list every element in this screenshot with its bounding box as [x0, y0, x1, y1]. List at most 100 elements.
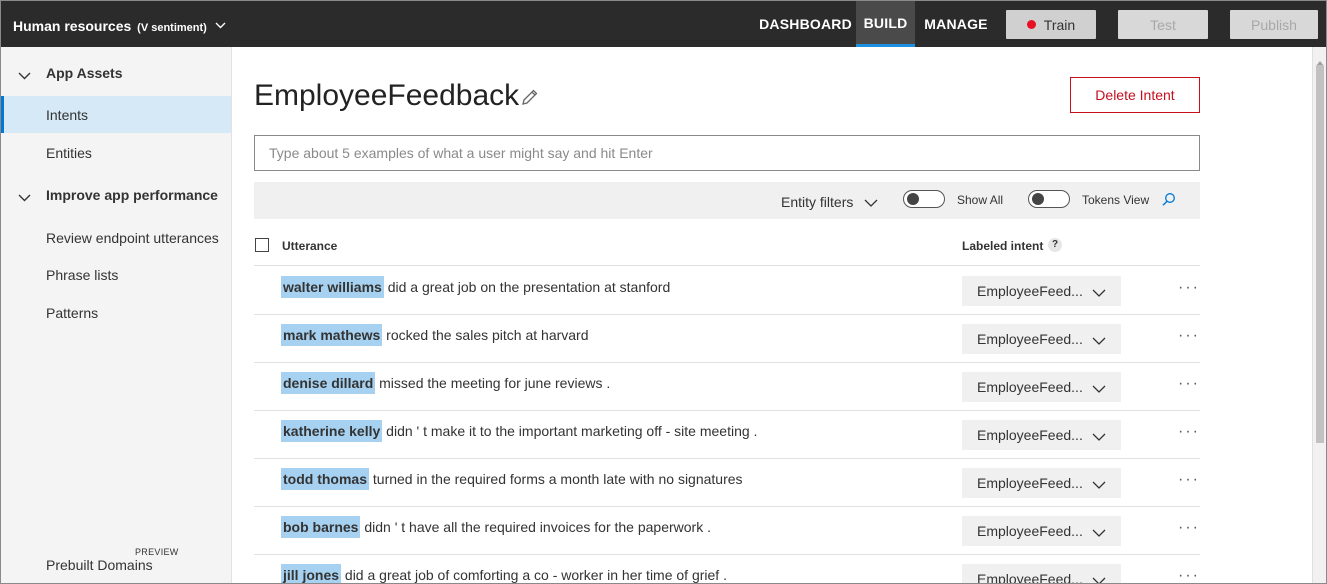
more-options-button[interactable]: ··· — [1178, 327, 1200, 345]
select-all-checkbox[interactable] — [255, 238, 269, 252]
vertical-scrollbar[interactable] — [1312, 47, 1326, 583]
entity-label[interactable]: jill jones — [281, 564, 342, 583]
labeled-intent-dropdown[interactable]: EmployeeFeed... — [962, 324, 1121, 354]
intent-value: EmployeeFeed... — [977, 571, 1083, 584]
main-content: EmployeeFeedback Delete Intent Entity fi… — [232, 47, 1312, 584]
chevron-down-icon — [18, 189, 31, 205]
more-options-button[interactable]: ··· — [1178, 519, 1200, 537]
utterance-input[interactable] — [254, 135, 1200, 171]
scrollbar-thumb[interactable] — [1316, 65, 1324, 443]
page-title: EmployeeFeedback — [254, 79, 520, 112]
toggle-knob — [1032, 193, 1044, 205]
intent-value: EmployeeFeed... — [977, 475, 1083, 491]
sidebar-section-app-assets[interactable]: App Assets — [1, 54, 231, 92]
utterance-rest: didn ' t make it to the important market… — [386, 423, 758, 439]
sidebar-item-prebuilt-domains[interactable]: Prebuilt Domains — [1, 546, 231, 583]
chevron-down-icon — [1092, 477, 1106, 493]
sidebar-item-patterns[interactable]: Patterns — [1, 294, 231, 331]
chevron-down-icon — [18, 67, 31, 83]
app-selector[interactable]: Human resources (V sentiment) — [13, 16, 226, 34]
tokens-view-label: Tokens View — [1082, 193, 1150, 207]
delete-intent-button[interactable]: Delete Intent — [1070, 77, 1200, 113]
nav-build[interactable]: BUILD — [856, 1, 915, 47]
train-status-dot-icon — [1026, 20, 1036, 29]
table-row[interactable]: denise dillard missed the meeting for ju… — [254, 363, 1200, 411]
utterance-text: todd thomas turned in the required forms… — [281, 468, 743, 490]
chevron-down-icon — [1092, 429, 1106, 445]
train-label: Train — [1043, 16, 1076, 33]
top-nav-bar: Human resources (V sentiment) DASHBOARD … — [1, 1, 1326, 47]
labeled-intent-dropdown[interactable]: EmployeeFeed... — [962, 564, 1121, 584]
table-row[interactable]: todd thomas turned in the required forms… — [254, 459, 1200, 507]
more-options-button[interactable]: ··· — [1178, 567, 1200, 583]
utterance-text: walter williams did a great job on the p… — [281, 276, 671, 298]
table-row[interactable]: jill jones did a great job of comforting… — [254, 555, 1200, 584]
entity-label[interactable]: walter williams — [281, 276, 384, 298]
table-header: Utterance Labeled intent ? — [254, 227, 1200, 266]
column-header-utterance[interactable]: Utterance — [282, 239, 337, 253]
table-row[interactable]: bob barnes didn ' t have all the require… — [254, 507, 1200, 555]
intent-value: EmployeeFeed... — [977, 427, 1083, 443]
table-row[interactable]: mark mathews rocked the sales pitch at h… — [254, 315, 1200, 363]
table-row[interactable]: katherine kelly didn ' t make it to the … — [254, 411, 1200, 459]
nav-dashboard[interactable]: DASHBOARD — [757, 1, 854, 47]
utterance-rest: turned in the required forms a month lat… — [372, 471, 743, 487]
entity-label[interactable]: katherine kelly — [281, 420, 383, 442]
app-subtitle: (V sentiment) — [137, 22, 207, 34]
more-options-button[interactable]: ··· — [1178, 279, 1200, 297]
utterance-text: denise dillard missed the meeting for ju… — [281, 372, 611, 394]
sidebar-section-label: Improve app performance — [46, 187, 218, 203]
utterance-rest: did a great job on the presentation at s… — [387, 279, 671, 295]
column-header-labeled-intent[interactable]: Labeled intent — [962, 239, 1043, 253]
labeled-intent-dropdown[interactable]: EmployeeFeed... — [962, 516, 1121, 546]
intent-value: EmployeeFeed... — [977, 331, 1083, 347]
train-button[interactable]: Train — [1006, 10, 1096, 39]
utterance-text: bob barnes didn ' t have all the require… — [281, 516, 712, 538]
utterance-text: jill jones did a great job of comforting… — [281, 564, 727, 583]
utterance-rest: didn ' t have all the required invoices … — [364, 519, 712, 535]
sidebar-section-label: App Assets — [46, 65, 123, 81]
help-icon[interactable]: ? — [1048, 238, 1062, 252]
more-options-button[interactable]: ··· — [1178, 375, 1200, 393]
entity-label[interactable]: mark mathews — [281, 324, 383, 346]
chevron-down-icon — [1092, 381, 1106, 397]
pencil-edit-icon[interactable] — [520, 87, 540, 110]
publish-button[interactable]: Publish — [1230, 10, 1318, 39]
sidebar-item-entities[interactable]: Entities — [1, 134, 231, 171]
app-window: Human resources (V sentiment) DASHBOARD … — [0, 0, 1327, 584]
chevron-down-icon — [215, 16, 226, 32]
entity-label[interactable]: bob barnes — [281, 516, 361, 538]
entity-filters-dropdown[interactable]: Entity filters — [781, 194, 853, 210]
table-row[interactable]: walter williams did a great job on the p… — [254, 267, 1200, 315]
more-options-button[interactable]: ··· — [1178, 423, 1200, 441]
chevron-down-icon[interactable] — [864, 195, 878, 211]
sidebar-item-intents[interactable]: Intents — [1, 96, 231, 133]
labeled-intent-dropdown[interactable]: EmployeeFeed... — [962, 372, 1121, 402]
search-icon[interactable] — [1161, 192, 1176, 210]
sidebar-section-improve-performance[interactable]: Improve app performance — [1, 176, 231, 214]
utterance-rest: missed the meeting for june reviews . — [379, 375, 611, 391]
chevron-down-icon — [1092, 333, 1106, 349]
entity-label[interactable]: todd thomas — [281, 468, 369, 490]
utterance-rest: did a great job of comforting a co - wor… — [344, 567, 727, 583]
more-options-button[interactable]: ··· — [1178, 471, 1200, 489]
nav-manage[interactable]: MANAGE — [919, 1, 993, 47]
chevron-down-icon — [1092, 285, 1106, 301]
chevron-down-icon — [1092, 525, 1106, 541]
labeled-intent-dropdown[interactable]: EmployeeFeed... — [962, 276, 1121, 306]
app-name: Human resources — [13, 18, 132, 34]
show-all-toggle[interactable] — [903, 190, 945, 208]
toggle-knob — [907, 193, 919, 205]
test-button[interactable]: Test — [1118, 10, 1208, 39]
filter-bar: Entity filters Show All Tokens View — [254, 182, 1200, 219]
sidebar-item-review-endpoint-utterances[interactable]: Review endpoint utterances — [1, 219, 231, 256]
intent-value: EmployeeFeed... — [977, 283, 1083, 299]
utterance-text: katherine kelly didn ' t make it to the … — [281, 420, 758, 442]
sidebar-item-phrase-lists[interactable]: Phrase lists — [1, 256, 231, 293]
utterance-text: mark mathews rocked the sales pitch at h… — [281, 324, 589, 346]
labeled-intent-dropdown[interactable]: EmployeeFeed... — [962, 420, 1121, 450]
show-all-label: Show All — [957, 193, 1004, 207]
tokens-view-toggle[interactable] — [1028, 190, 1070, 208]
labeled-intent-dropdown[interactable]: EmployeeFeed... — [962, 468, 1121, 498]
entity-label[interactable]: denise dillard — [281, 372, 376, 394]
